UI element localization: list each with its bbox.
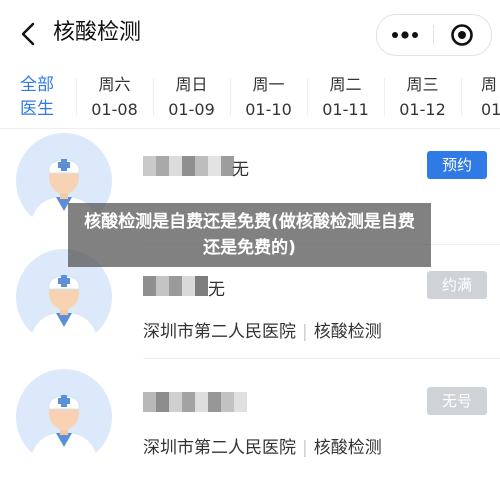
top-navigation-bar: 核酸检测	[0, 0, 500, 66]
date-weekday: 周六	[98, 75, 131, 94]
department-name: 核酸检测	[313, 322, 382, 342]
hospital-name: 深圳市第二人民医院	[143, 322, 296, 342]
date-day: 01-12	[399, 100, 446, 119]
hospital-department: 深圳市第二人民医院 | 核酸检测	[143, 317, 382, 342]
doctor-title: 无	[232, 160, 249, 180]
all-doctors-label-line1: 全部	[20, 75, 54, 95]
date-day: 01-	[481, 100, 500, 119]
date-divider	[230, 78, 231, 116]
date-weekday: 周	[481, 75, 498, 94]
separator: |	[302, 322, 308, 342]
date-day: 01-08	[91, 100, 138, 119]
doctor-title: 无	[208, 280, 225, 300]
date-weekday: 周三	[406, 75, 439, 94]
doctor-name-mosaic	[143, 276, 208, 296]
caption-overlay: 核酸检测是自费还是免费(做核酸检测是自费还是免费的)	[68, 203, 431, 267]
close-button[interactable]	[434, 15, 490, 55]
date-divider	[153, 78, 154, 116]
mini-program-capsule	[376, 14, 492, 56]
all-doctors-tab[interactable]: 全部 医生	[0, 66, 74, 128]
caption-text: 核酸检测是自费还是免费(做核酸检测是自费还是免费的)	[84, 212, 415, 258]
back-button[interactable]	[14, 18, 42, 50]
date-tab-01-09[interactable]: 周日 01-09	[153, 66, 230, 128]
date-divider	[307, 78, 308, 116]
doctor-avatar-icon	[30, 395, 98, 465]
date-tab-01-08[interactable]: 周六 01-08	[76, 66, 153, 128]
more-dots-icon	[392, 31, 418, 39]
no-slot-button[interactable]: 无号	[427, 387, 487, 415]
doctor-name-mosaic	[143, 392, 247, 412]
row-divider	[143, 358, 500, 359]
date-weekday: 周二	[329, 75, 362, 94]
date-tab-01-12[interactable]: 周三 01-12	[384, 66, 461, 128]
doctor-name-mosaic	[143, 156, 234, 176]
doctor-list: 无 预约 无 深圳市第二人民医院 | 核酸检测 约满 深圳市第二人民医院 | 核…	[0, 129, 500, 474]
date-tab-01-10[interactable]: 周一 01-10	[230, 66, 307, 128]
doctor-avatar	[16, 369, 112, 465]
date-divider	[461, 78, 462, 116]
date-weekday: 周日	[175, 75, 208, 94]
date-day: 01-09	[168, 100, 215, 119]
target-close-icon	[451, 24, 473, 46]
hospital-department: 深圳市第二人民医院 | 核酸检测	[143, 433, 382, 458]
department-name: 核酸检测	[313, 438, 382, 458]
more-button[interactable]	[377, 15, 433, 55]
date-divider	[76, 78, 77, 116]
date-tab-partial[interactable]: 周 01-	[461, 66, 500, 128]
full-button[interactable]: 约满	[427, 271, 487, 299]
book-button[interactable]: 预约	[427, 151, 487, 179]
date-weekday: 周一	[252, 75, 285, 94]
hospital-name: 深圳市第二人民医院	[143, 438, 296, 458]
date-tab-01-11[interactable]: 周二 01-11	[307, 66, 384, 128]
doctor-row[interactable]: 深圳市第二人民医院 | 核酸检测 无号	[0, 361, 500, 477]
date-divider	[384, 78, 385, 116]
separator: |	[302, 438, 308, 458]
date-day: 01-10	[245, 100, 292, 119]
date-day: 01-11	[322, 100, 369, 119]
all-doctors-label-line2: 医生	[20, 99, 54, 119]
date-selector: 全部 医生 周六 01-08 周日 01-09 周一 01-10 周二 01-1…	[0, 66, 500, 129]
page-title: 核酸检测	[53, 20, 142, 45]
chevron-left-icon	[21, 22, 35, 46]
